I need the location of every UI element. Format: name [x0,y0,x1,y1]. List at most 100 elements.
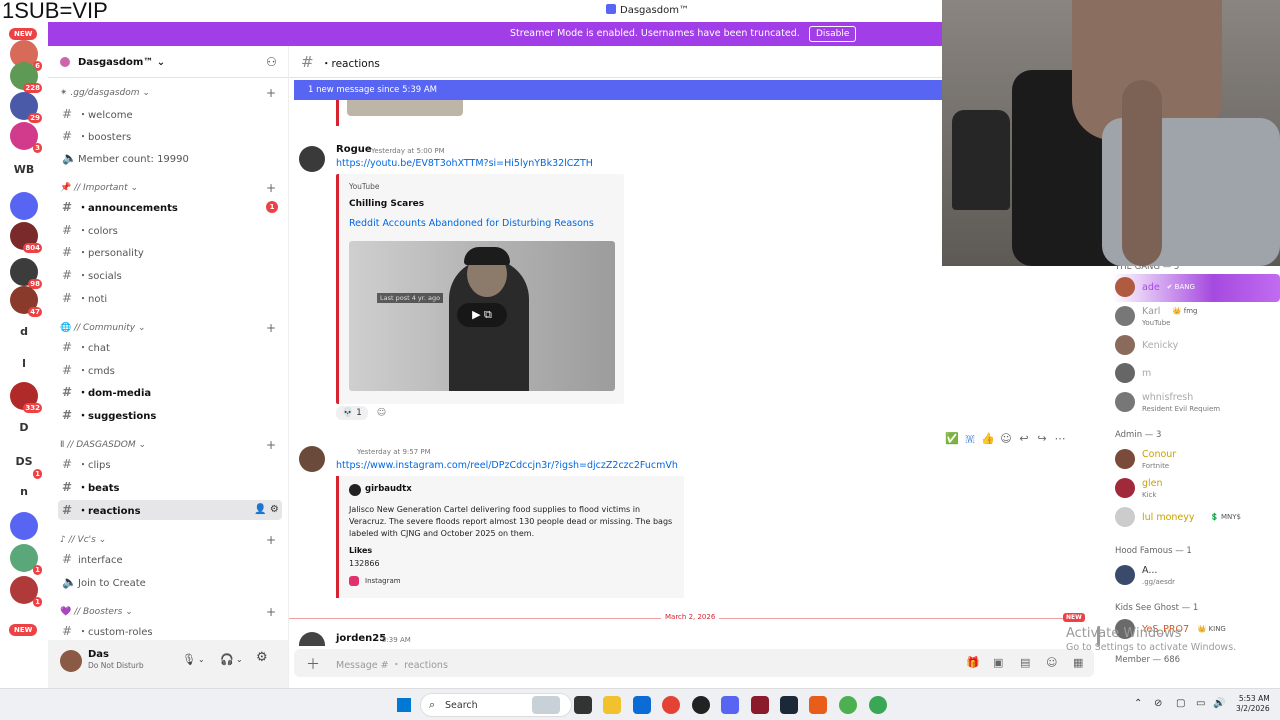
channel-item[interactable]: # ・clips [58,454,282,474]
message-avatar[interactable] [299,146,325,172]
thumbs-up-icon[interactable]: 👍 [979,432,997,445]
chrome-profile-icon[interactable] [839,696,857,714]
category-header[interactable]: 🌐 // Community ⌄ + [60,321,276,335]
channel-item[interactable]: 🔈Member count: 19990 [58,148,282,168]
new-messages-bar[interactable]: 1 new message since 5:39 AM [294,80,943,100]
gift-icon[interactable]: 🎁 [966,656,980,669]
add-reaction-icon[interactable]: ☺ [377,408,386,418]
headphones-icon[interactable]: 🎧 [220,653,234,666]
server-icon-7[interactable]: 98 [10,258,42,289]
channel-item[interactable]: # interface [58,549,282,569]
chrome-icon[interactable] [662,696,680,714]
w-reaction-icon[interactable]: 🇼 [961,432,979,446]
server-icon-3[interactable]: 3 [10,122,42,153]
member-item[interactable]: lul moneyy 💲 MNY$ [1112,504,1280,532]
channel-item[interactable]: # ・suggestions [58,405,282,425]
server-icon-9[interactable]: d [10,318,38,346]
video-thumbnail[interactable]: Last post 4 yr. ago ▶ ⧉ [349,241,615,391]
member-item[interactable]: whnisfresh Resident Evil Requiem [1112,389,1280,417]
member-item[interactable]: Conour Fortnite [1112,446,1280,474]
user-avatar[interactable] [60,650,82,672]
forward-icon[interactable]: ↪ [1033,432,1051,445]
create-channel-plus-icon[interactable]: + [266,321,276,335]
server-icon-8[interactable]: 47 [10,286,42,317]
add-reaction-action-icon[interactable]: ☺ [997,432,1015,445]
embed-author[interactable]: Chilling Scares [349,199,424,209]
channel-item[interactable]: # ・colors [58,220,282,240]
taskbar-clock[interactable]: 5:53 AM 3/2/2026 [1236,694,1270,714]
embed-account[interactable]: girbaudtx [365,484,412,494]
adobe-icon[interactable] [751,696,769,714]
channel-item[interactable]: # ・custom-roles [58,621,282,641]
member-item[interactable]: ade ✔ BANG [1112,274,1280,302]
member-item[interactable]: glen Kick [1112,475,1280,503]
store-icon[interactable] [633,696,651,714]
message-link[interactable]: https://www.instagram.com/reel/DPzCdccjn… [336,460,678,471]
invite-people-icon[interactable]: ⚇ [266,55,277,69]
channel-item[interactable]: # ・personality [58,242,282,262]
message-input[interactable]: Message # ・ reactions [336,657,448,671]
message-avatar[interactable] [299,632,325,646]
attach-plus-icon[interactable]: ＋ [306,654,320,674]
category-header[interactable]: 💜 // Boosters ⌄ + [60,605,276,619]
file-explorer-icon[interactable] [603,696,621,714]
channel-item[interactable]: # ・boosters [58,126,282,146]
create-channel-plus-icon[interactable]: + [266,181,276,195]
server-icon-5[interactable] [10,192,38,220]
server-icon-10[interactable]: l [10,350,38,378]
windows-start-icon[interactable] [397,698,411,712]
create-channel-plus-icon[interactable]: + [266,86,276,100]
reply-icon[interactable]: ↩ [1015,432,1033,445]
audio-options-chevron-icon[interactable]: ⌄ [236,655,243,664]
message-link[interactable]: https://youtu.be/EV8T3ohXTTM?si=Hi5lynYB… [336,158,593,169]
create-channel-plus-icon[interactable]: + [266,438,276,452]
tray-network-icon[interactable]: ⊘ [1154,698,1162,709]
discord-taskbar-icon[interactable] [721,696,739,714]
channel-item[interactable]: # ・chat [58,337,282,357]
channel-item[interactable]: # ・cmds [58,360,282,380]
sticker-icon[interactable]: ▤ [1020,656,1030,669]
channel-item[interactable]: # ・beats [58,477,282,497]
category-header[interactable]: ♪ // Vc's ⌄ + [60,533,276,547]
user-settings-gear-icon[interactable]: ⚙ [256,650,268,665]
channel-item[interactable]: # ・socials [58,265,282,285]
widgets-icon[interactable] [532,696,560,714]
message-avatar[interactable] [299,446,325,472]
app-icon-black[interactable] [692,696,710,714]
member-item[interactable]: Karl YouTube 👑 fmg [1112,303,1280,331]
server-header[interactable]: Dasgasdom™ ⌄ ⚇ [48,46,288,78]
play-button-icon[interactable]: ▶ ⧉ [457,303,507,327]
channel-item[interactable]: # ・announcements 1 [58,197,282,217]
server-icon-13[interactable]: DS 1 [10,448,42,479]
message-author[interactable]: Rogue [336,144,372,155]
chrome-profile-2-icon[interactable] [869,696,887,714]
channel-item[interactable]: # ・noti [58,288,282,308]
channel-settings-icon[interactable]: 👤 ⚙ [254,500,279,520]
tray-volume-icon[interactable]: 🔊 [1213,698,1225,709]
message-author[interactable]: jorden25 [336,633,386,644]
more-options-icon[interactable]: ⋯ [1051,432,1069,445]
create-channel-plus-icon[interactable]: + [266,533,276,547]
microphone-icon[interactable]: 🎙 [182,653,196,666]
channel-item[interactable]: # ・reactions 👤 ⚙ [58,500,282,520]
reaction-skull[interactable]: 💀 1 [336,406,368,420]
tray-display-icon[interactable]: ▭ [1196,698,1205,709]
create-channel-plus-icon[interactable]: + [266,605,276,619]
category-header[interactable]: 📌 // Important ⌄ + [60,181,276,195]
disable-streamer-mode-button[interactable]: Disable [809,26,857,42]
server-icon-1[interactable]: 228 [10,62,42,93]
check-reaction-icon[interactable]: ✅ [943,432,961,445]
apps-icon[interactable]: ▦ [1073,656,1083,669]
server-icon-11[interactable]: 332 [10,382,42,413]
mic-options-chevron-icon[interactable]: ⌄ [198,655,205,664]
server-icon-17[interactable]: 1 [10,576,42,607]
category-header[interactable]: Ⅱ // DASGASDOM ⌄ + [60,438,276,452]
emoji-icon[interactable]: ☺ [1046,656,1057,669]
tray-chevron-icon[interactable]: ⌃ [1134,698,1142,709]
channel-item[interactable]: # ・welcome [58,104,282,124]
category-header[interactable]: ✴ .gg/dasgasdom ⌄ + [60,86,276,100]
member-item[interactable]: Kenicky [1112,332,1280,360]
server-icon-15[interactable] [10,512,38,540]
server-icon-6[interactable]: 804 [10,222,42,253]
embed-title[interactable]: Reddit Accounts Abandoned for Disturbing… [349,218,594,229]
